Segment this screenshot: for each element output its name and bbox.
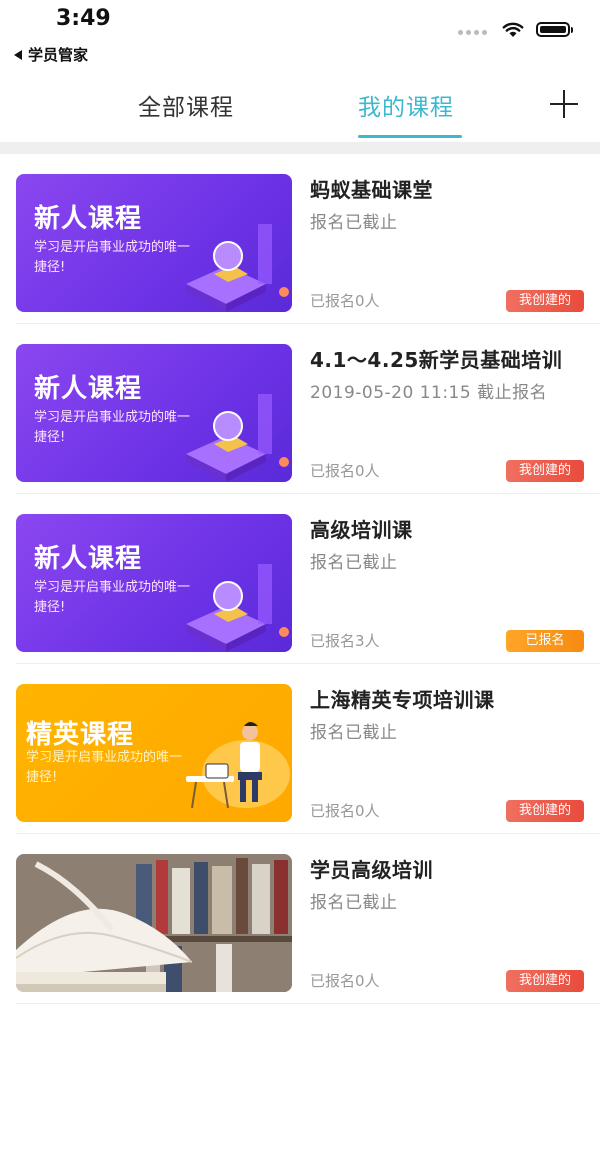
status-icons	[458, 20, 573, 39]
course-title: 高级培训课	[310, 518, 413, 542]
enrolled-count: 已报名0人	[310, 292, 380, 310]
section-divider	[0, 142, 600, 154]
thumbnail-title: 新人课程	[34, 374, 143, 404]
course-thumbnail: 新人课程 学习是开启事业成功的唯一捷径!	[16, 174, 292, 312]
thumbnail-illustration	[186, 722, 290, 809]
course-thumbnail: 新人课程 学习是开启事业成功的唯一捷径!	[16, 514, 292, 652]
status-badge: 已报名	[506, 630, 584, 652]
course-list: 新人课程 学习是开启事业成功的唯一捷径! 蚂蚁基础课堂 报名已截止 已报名0人 …	[0, 154, 600, 1004]
status-badge: 我创建的	[506, 290, 584, 312]
course-title: 蚂蚁基础课堂	[310, 178, 433, 202]
course-thumbnail: 精英课程 学习是开启事业成功的唯一捷径!	[16, 684, 292, 822]
wifi-icon	[502, 22, 524, 37]
course-status: 报名已截止	[310, 723, 398, 743]
course-title: 上海精英专项培训课	[310, 688, 495, 712]
thumbnail-title: 新人课程	[34, 204, 143, 234]
course-title: 4.1～4.25新学员基础培训	[310, 348, 563, 372]
status-time: 3:49	[56, 6, 111, 31]
enrolled-count: 已报名0人	[310, 972, 380, 990]
course-status: 2019-05-20 11:15 截止报名	[310, 383, 548, 403]
book-photo-illustration	[16, 854, 292, 992]
back-to-app-button[interactable]: 学员管家	[14, 44, 88, 65]
thumbnail-title: 新人课程	[34, 544, 143, 574]
course-item[interactable]: 新人课程 学习是开启事业成功的唯一捷径! 蚂蚁基础课堂 报名已截止 已报名0人 …	[0, 154, 600, 324]
status-badge: 我创建的	[506, 800, 584, 822]
enrolled-count: 已报名0人	[310, 462, 380, 480]
course-status: 报名已截止	[310, 213, 398, 233]
signal-icon	[458, 20, 490, 39]
course-status: 报名已截止	[310, 893, 398, 913]
course-item[interactable]: 新人课程 学习是开启事业成功的唯一捷径! 4.1～4.25新学员基础培训 201…	[0, 324, 600, 494]
status-badge: 我创建的	[506, 970, 584, 992]
thumbnail-subtitle: 学习是开启事业成功的唯一捷径!	[26, 750, 183, 785]
course-item[interactable]: 新人课程 学习是开启事业成功的唯一捷径! 高级培训课 报名已截止 已报名3人 已…	[0, 494, 600, 664]
thumbnail-illustration	[186, 394, 289, 482]
tab-my-courses[interactable]: 我的课程	[358, 88, 454, 122]
thumbnail-illustration	[186, 224, 289, 312]
status-bar: 3:49	[0, 0, 600, 40]
course-item[interactable]: 精英课程 学习是开启事业成功的唯一捷径! 上海精英专项培训课 报名已截止 已报名…	[0, 664, 600, 834]
back-app-label: 学员管家	[28, 46, 89, 64]
course-thumbnail: 新人课程 学习是开启事业成功的唯一捷径!	[16, 344, 292, 482]
course-thumbnail	[16, 854, 292, 992]
back-arrow-icon	[14, 49, 22, 60]
thumbnail-illustration	[186, 564, 289, 652]
course-item[interactable]: 学员高级培训 报名已截止 已报名0人 我创建的	[0, 834, 600, 1004]
enrolled-count: 已报名3人	[310, 632, 380, 650]
enrolled-count: 已报名0人	[310, 802, 380, 820]
plus-icon[interactable]	[550, 90, 578, 118]
course-status: 报名已截止	[310, 553, 398, 573]
active-tab-indicator	[358, 135, 462, 138]
battery-icon	[536, 22, 573, 37]
tab-bar: 全部课程 我的课程	[0, 80, 600, 142]
thumbnail-title: 精英课程	[26, 720, 135, 750]
status-badge: 我创建的	[506, 460, 584, 482]
tab-all-courses[interactable]: 全部课程	[138, 88, 234, 122]
course-title: 学员高级培训	[310, 858, 433, 882]
